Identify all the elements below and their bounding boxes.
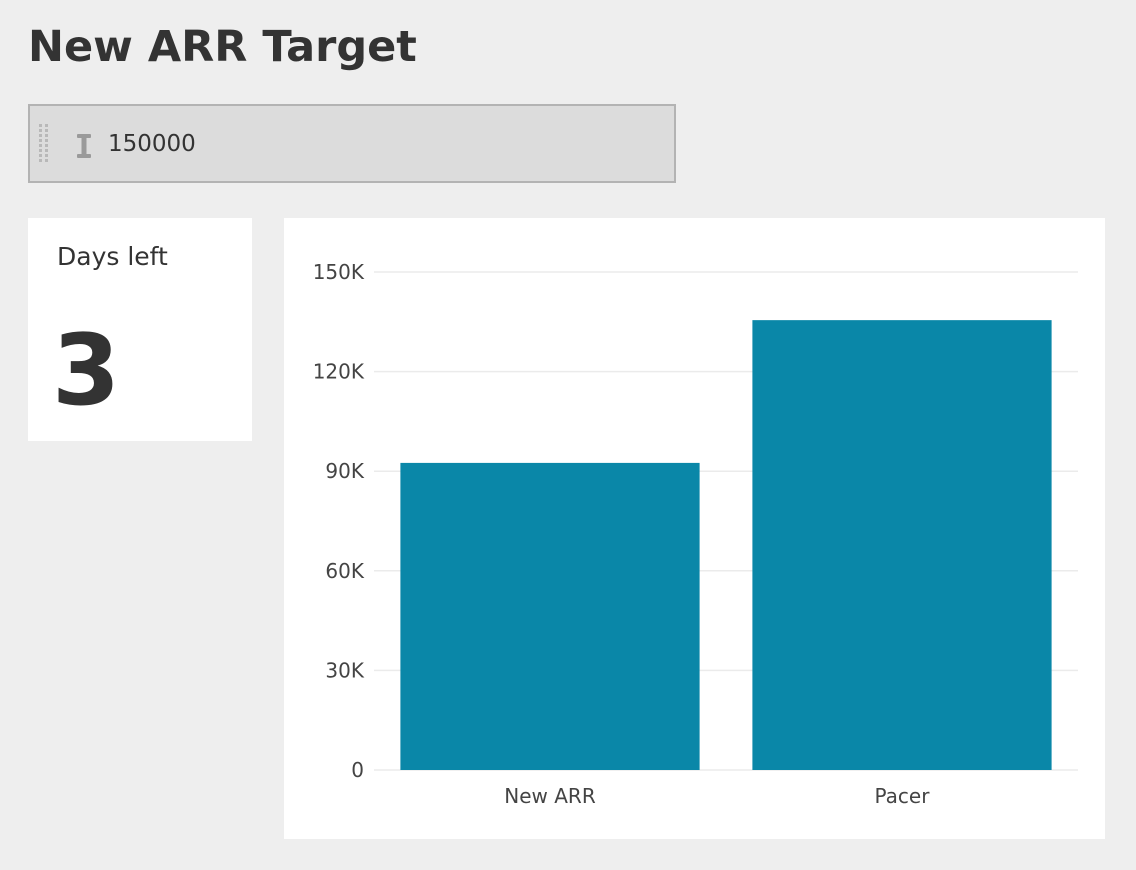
y-axis-ticks: 0 30K 60K 90K 120K 150K: [313, 260, 365, 782]
x-axis-ticks: New ARR Pacer: [504, 784, 930, 808]
chart-bars: [400, 320, 1052, 770]
y-tick-label: 150K: [313, 260, 365, 284]
drag-handle-icon[interactable]: [38, 124, 50, 166]
x-tick-label: Pacer: [875, 784, 931, 808]
target-value-input[interactable]: [108, 124, 628, 164]
days-left-label: Days left: [57, 242, 168, 271]
arr-bar-chart-card: 0 30K 60K 90K 120K 150K New ARR Pacer: [284, 218, 1105, 839]
days-left-card: Days left 3: [28, 218, 252, 441]
y-tick-label: 0: [351, 758, 364, 782]
y-tick-label: 120K: [313, 360, 365, 384]
page-title: New ARR Target: [28, 22, 417, 72]
days-left-value: 3: [52, 314, 121, 428]
y-tick-label: 30K: [325, 658, 364, 682]
y-tick-label: 60K: [325, 559, 364, 583]
x-tick-label: New ARR: [504, 784, 596, 808]
bar-pacer[interactable]: [752, 320, 1052, 770]
y-tick-label: 90K: [325, 459, 364, 483]
bar-new-arr[interactable]: [400, 462, 700, 770]
arr-bar-chart: 0 30K 60K 90K 120K 150K New ARR Pacer: [313, 260, 1078, 808]
text-cursor-icon: [77, 134, 91, 158]
target-filter-widget[interactable]: [28, 104, 676, 183]
